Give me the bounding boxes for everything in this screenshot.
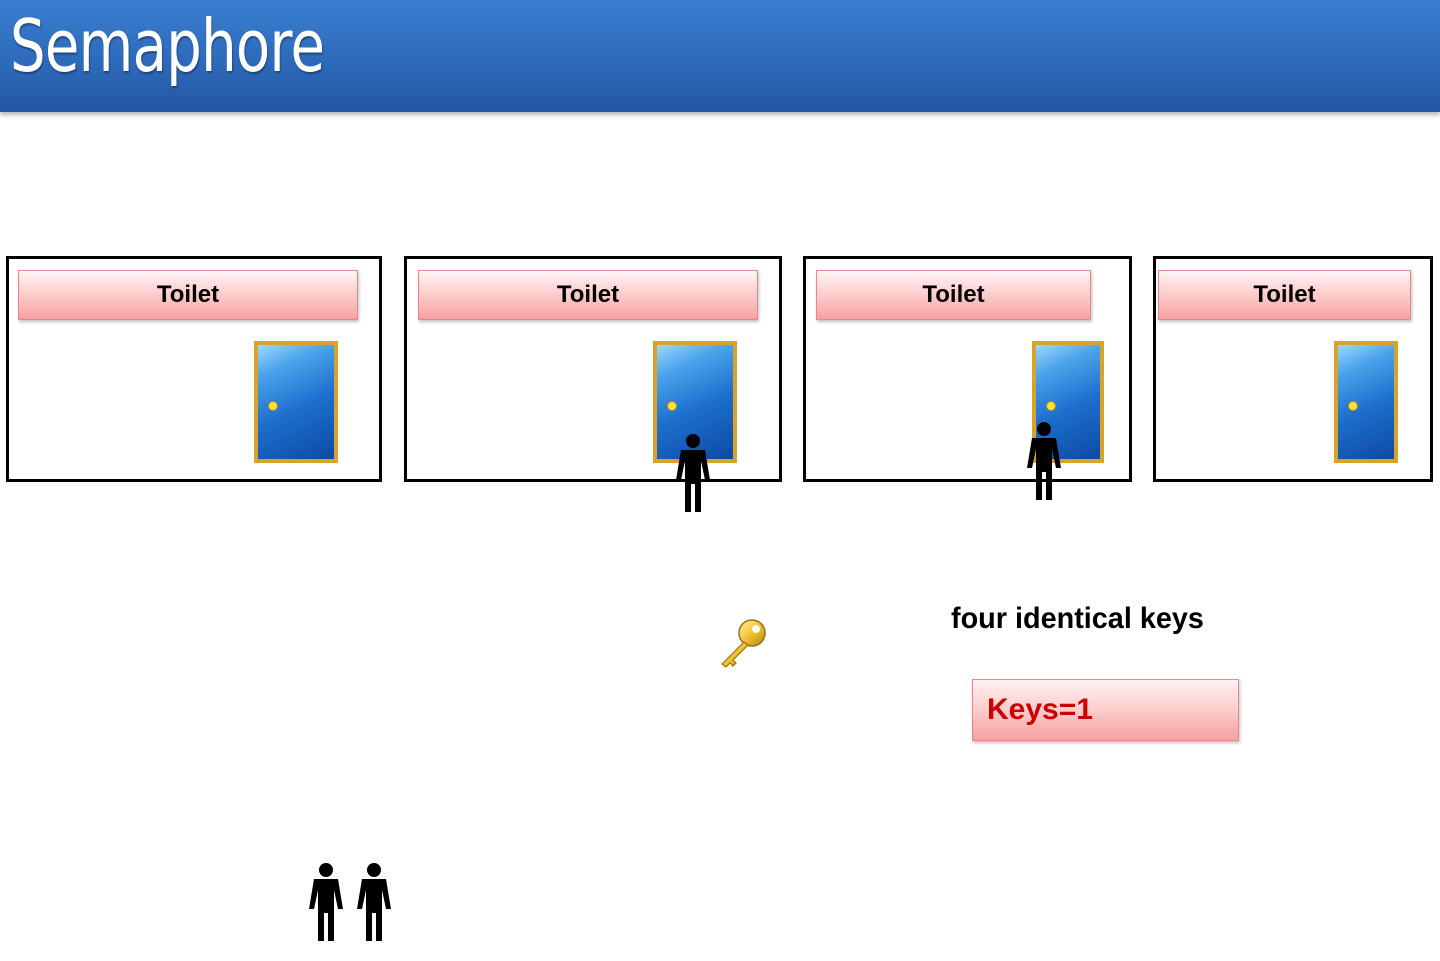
keys-counter: Keys=1 [972,679,1239,741]
toilet-stall-3: Toilet [803,256,1132,482]
toilet-sign-2: Toilet [418,270,758,320]
slide-title: Semaphore [10,4,325,88]
key-icon [721,619,766,668]
door-knob [1046,401,1056,411]
person-icon [676,434,710,512]
toilet-sign-3: Toilet [816,270,1091,320]
door-knob [268,401,278,411]
toilet-stall-4: Toilet [1153,256,1433,482]
title-bar: Semaphore [0,0,1440,112]
person-icon [357,863,391,941]
keys-caption: four identical keys [951,602,1204,635]
person-icon [309,863,343,941]
door-icon [1334,341,1398,463]
door-knob [1348,401,1358,411]
person-icon [1027,422,1061,500]
toilet-sign-1: Toilet [18,270,358,320]
door-icon [254,341,338,463]
toilet-stall-1: Toilet [6,256,382,482]
toilet-stall-2: Toilet [404,256,782,482]
door-knob [667,401,677,411]
toilet-sign-4: Toilet [1158,270,1411,320]
